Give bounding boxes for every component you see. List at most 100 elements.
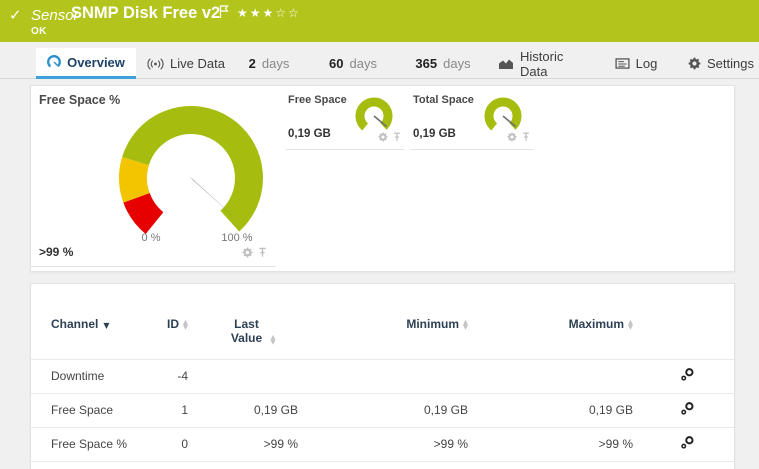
- table-row-total-space: Total Space 2 0,19 GB 0,19 GB 0,19 GB: [31, 461, 734, 469]
- tab-label: Historic Data: [520, 48, 564, 79]
- tab-60-days[interactable]: 60 days: [320, 48, 386, 79]
- tab-live-data[interactable]: Live Data: [138, 48, 234, 79]
- tab-label: Live Data: [170, 56, 225, 71]
- tab-label: days: [443, 56, 471, 71]
- widget-settings-gear-icon[interactable]: [242, 247, 253, 258]
- channel-id: 0: [151, 427, 196, 462]
- column-label: Maximum: [568, 317, 624, 331]
- status-ok-check-icon: ✓: [9, 7, 22, 24]
- settings-gear-icon: [688, 57, 701, 70]
- channel-minimum: [306, 359, 476, 394]
- tab-settings[interactable]: Settings: [686, 48, 756, 79]
- sorted-caret-icon: ▼: [103, 321, 110, 330]
- column-header-id[interactable]: ID ▲ ▼: [151, 311, 196, 360]
- channel-settings-gears-icon[interactable]: [680, 367, 695, 382]
- channel-settings-gears-icon[interactable]: [680, 435, 695, 450]
- sort-icon: ▲ ▼: [270, 333, 276, 346]
- channel-minimum: 0,19 GB: [306, 461, 476, 469]
- log-icon: [615, 58, 630, 69]
- table-row-free-space: Free Space 1 0,19 GB 0,19 GB 0,19 GB: [31, 393, 734, 428]
- channels-table-panel: Channel ▼ ID ▲ ▼ Last Value ▲ ▼ Minimum ▲ ▼ Max…: [30, 283, 735, 469]
- channel-last-value: 0,19 GB: [196, 461, 306, 469]
- gauge-current-value: 0,19 GB: [288, 128, 331, 140]
- tab-label: days: [349, 56, 377, 71]
- channel-last-value: [196, 359, 306, 394]
- historic-data-icon: [498, 58, 514, 70]
- tab-365-days[interactable]: 365 days: [406, 48, 480, 79]
- widget-settings-gear-icon[interactable]: [378, 132, 388, 142]
- tab-bar: Overview Live Data 2 days 60 days 365 da…: [0, 48, 759, 79]
- tab-log[interactable]: Log: [608, 48, 664, 79]
- live-data-icon: [147, 58, 164, 70]
- channel-maximum: 0,19 GB: [476, 461, 641, 469]
- widget-pin-icon[interactable]: [392, 132, 402, 142]
- free-space-percent-gauge: [119, 106, 263, 234]
- priority-stars[interactable]: ★★★☆☆: [237, 6, 301, 20]
- channel-name: Total Space: [31, 461, 151, 469]
- channel-last-value: 0,19 GB: [196, 393, 306, 428]
- gauge-widget-free-space-percent: Free Space % 0 % 100 % >99 %: [31, 86, 276, 273]
- tab-label: Overview: [67, 54, 125, 70]
- tab-2-days[interactable]: 2 days: [240, 48, 298, 79]
- channels-table: Channel ▼ ID ▲ ▼ Last Value ▲ ▼ Minimum ▲ ▼ Max…: [31, 311, 734, 469]
- channel-maximum: >99 %: [476, 427, 641, 462]
- tab-label: Settings: [707, 56, 754, 71]
- channel-id: 2: [151, 461, 196, 469]
- column-label: ID: [167, 317, 179, 331]
- sensor-title: SNMP Disk Free v2: [71, 4, 221, 22]
- column-header-actions: [641, 311, 734, 360]
- column-header-maximum[interactable]: Maximum ▲ ▼: [476, 311, 641, 360]
- widget-settings-gear-icon[interactable]: [507, 132, 517, 142]
- channel-maximum: [476, 359, 641, 394]
- gauge-widget-free-space: Free Space 0,19 GB: [286, 86, 404, 150]
- channel-id: 1: [151, 393, 196, 428]
- column-label: Last Value: [230, 317, 263, 345]
- gauge-scale-max: 100 %: [221, 232, 253, 244]
- sort-icon: ▲ ▼: [628, 317, 633, 331]
- tab-value: 60: [329, 56, 344, 71]
- gauge-current-value: 0,19 GB: [413, 128, 456, 140]
- tab-value: 2: [248, 56, 256, 71]
- column-header-minimum[interactable]: Minimum ▲ ▼: [306, 311, 476, 360]
- channel-id: -4: [151, 359, 196, 394]
- sensor-status-badge: OK: [31, 26, 47, 37]
- tab-label: Log: [635, 56, 658, 71]
- gauge-title: Free Space: [288, 94, 347, 106]
- channel-name: Downtime: [31, 359, 151, 394]
- channel-maximum: 0,19 GB: [476, 393, 641, 428]
- gauge-title: Free Space %: [39, 93, 121, 107]
- sort-icon: ▲ ▼: [463, 317, 468, 331]
- widget-tools: [378, 132, 402, 142]
- priority-flag-icon[interactable]: [219, 5, 229, 24]
- prtg-sensor-page: ✓ Sensor SNMP Disk Free v2 ★★★☆☆ OK Over…: [0, 0, 759, 469]
- channel-minimum: 0,19 GB: [306, 393, 476, 428]
- widget-tools: [242, 247, 268, 258]
- gauge-scale-min: 0 %: [141, 232, 161, 244]
- tab-value: 365: [415, 56, 438, 71]
- table-row-downtime: Downtime -4: [31, 359, 734, 394]
- channel-last-value: >99 %: [196, 427, 306, 462]
- column-label: Channel: [51, 317, 99, 331]
- widget-tools: [507, 132, 531, 142]
- gauge-widget-total-space: Total Space 0,19 GB: [411, 86, 533, 150]
- tab-historic-data[interactable]: Historic Data: [498, 48, 594, 79]
- widget-divider: [286, 149, 404, 150]
- column-label: Minimum: [406, 317, 459, 331]
- gauge-title: Total Space: [413, 94, 474, 106]
- tab-overview[interactable]: Overview: [36, 48, 136, 79]
- column-header-channel[interactable]: Channel ▼: [31, 311, 151, 360]
- widget-pin-icon[interactable]: [257, 247, 268, 258]
- gauge-icon: [47, 55, 61, 69]
- channel-settings-gears-icon[interactable]: [680, 401, 695, 416]
- table-row-free-space-percent: Free Space % 0 >99 % >99 % >99 %: [31, 427, 734, 462]
- gauge-current-value: >99 %: [39, 245, 74, 259]
- overview-gauges-panel: Free Space % 0 % 100 % >99 % Free Space: [30, 85, 735, 272]
- widget-pin-icon[interactable]: [521, 132, 531, 142]
- column-header-last-value[interactable]: Last Value ▲ ▼: [196, 311, 306, 360]
- sensor-header: ✓ Sensor SNMP Disk Free v2 ★★★☆☆ OK: [0, 0, 759, 42]
- sort-icon: ▲ ▼: [183, 317, 188, 331]
- channel-name: Free Space: [31, 393, 151, 428]
- channel-name: Free Space %: [31, 427, 151, 462]
- channel-minimum: >99 %: [306, 427, 476, 462]
- widget-divider: [411, 149, 533, 150]
